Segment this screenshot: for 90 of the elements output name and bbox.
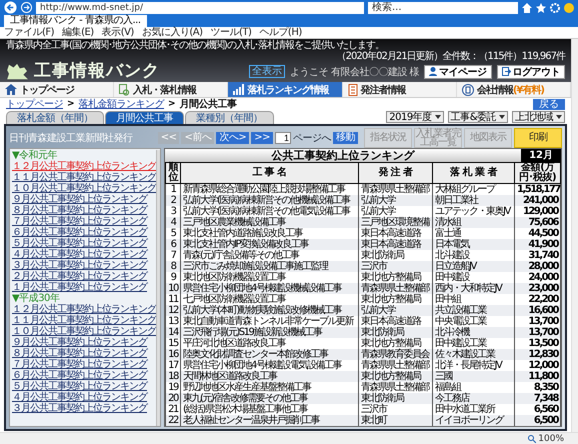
tab[interactable]: 落札金額（年間）: [6, 111, 104, 124]
column-header: 工 事 名: [180, 162, 358, 184]
status-badge: 全表示: [249, 65, 286, 78]
bar-chart-icon: [233, 84, 244, 95]
update-info: （2020年02月21日更新）全件数：（115件）119,967件: [336, 51, 565, 62]
pager-button[interactable]: >>: [251, 132, 273, 144]
ranking-link[interactable]: ８月公共工事契約上位ランキング: [12, 205, 156, 216]
logo-icon: [6, 62, 30, 80]
publisher-text: 日刊青森建設工業新聞社発行: [9, 132, 134, 144]
logout-icon: [502, 67, 510, 76]
ranking-link[interactable]: ４月公共工事契約上位ランキング: [12, 392, 156, 403]
menu-item[interactable]: 編集(E): [62, 27, 94, 38]
ranking-link[interactable]: ９月公共工事契約上位ランキング: [12, 337, 156, 348]
ranking-link[interactable]: １２月公共工事契約上位ランキング: [12, 304, 156, 315]
site-logo: 工事情報バンク: [34, 62, 160, 81]
dropdown[interactable]: 工事&委託: [448, 111, 508, 123]
breadcrumb-separator: >: [67, 99, 75, 109]
scrollbar[interactable]: [571, 39, 578, 432]
nav-tab[interactable]: トップページ: [0, 82, 114, 97]
caret-icon: [556, 115, 562, 119]
ranking-link[interactable]: ６月公共工事契約上位ランキング: [12, 370, 156, 381]
column-header: 発 注 者: [358, 162, 432, 184]
year-heading[interactable]: ▼令和元年: [12, 150, 156, 161]
page-field[interactable]: 1: [275, 132, 291, 144]
ranking-link[interactable]: ７月公共工事契約上位ランキング: [12, 359, 156, 370]
table-cell: 22: [166, 415, 180, 426]
ranking-link[interactable]: ５月公共工事契約上位ランキング: [12, 381, 156, 392]
caret-icon: [499, 115, 505, 119]
home-icon: [5, 84, 17, 95]
breadcrumb-separator: >: [168, 99, 176, 109]
header-button[interactable]: ログアウト: [496, 64, 565, 78]
back-icon[interactable]: [4, 1, 17, 14]
header-button[interactable]: マイページ: [424, 64, 492, 78]
zoom-icon[interactable]: [528, 434, 536, 442]
dropdown[interactable]: 2019年度: [386, 111, 444, 123]
home-icon[interactable]: [522, 2, 532, 12]
table-cell: イイヨボーリング: [432, 415, 514, 426]
table-cell: 老人福祉センター温泉井戸掘削工事: [180, 415, 358, 426]
ranking-link[interactable]: ３月公共工事契約上位ランキング: [12, 403, 156, 414]
table-cell: 東北町: [358, 415, 432, 426]
caret-icon: [434, 115, 441, 119]
ranking-link[interactable]: １月公共工事契約上位ランキング: [12, 282, 156, 293]
menu-item[interactable]: ファイル(F): [4, 27, 54, 38]
go-button[interactable]: 移動: [333, 132, 358, 144]
ranking-link[interactable]: １０月公共工事契約上位ランキング: [12, 326, 156, 337]
person-icon: [429, 67, 437, 76]
ranking-link[interactable]: ９月公共工事契約上位ランキング: [12, 194, 156, 205]
building-icon: [462, 84, 474, 96]
menu-item[interactable]: ツール(T): [210, 27, 252, 38]
pager-button[interactable]: 次へ>: [216, 132, 250, 144]
star-icon[interactable]: [536, 2, 546, 12]
search-field[interactable]: 検索...: [368, 2, 518, 14]
forward-icon[interactable]: [21, 2, 32, 13]
page-label: ページへ: [293, 132, 331, 144]
ranking-link[interactable]: ８月公共工事契約上位ランキング: [12, 348, 156, 359]
menu-item[interactable]: お気に入り(A): [142, 27, 202, 38]
ranking-link[interactable]: ７月公共工事契約上位ランキング: [12, 216, 156, 227]
settings-icon[interactable]: [550, 2, 560, 12]
menu-item[interactable]: 表示(V): [102, 27, 134, 38]
welcome-text: ようこそ 有限会社〇〇建設 様: [290, 66, 419, 78]
nav-tab[interactable]: 発注者情報: [342, 82, 457, 97]
current-page-title: 月間公共工事: [180, 98, 237, 110]
address-field[interactable]: http://www.md-snet.jp/: [36, 2, 364, 14]
ranking-link[interactable]: ３月公共工事契約上位ランキング: [12, 260, 156, 271]
month-label: 12月: [521, 149, 561, 162]
nav-tab[interactable]: 落札ランキング情報: [228, 82, 343, 97]
breadcrumb-link[interactable]: 落札金額ランキング: [78, 98, 164, 110]
tab[interactable]: 月間公共工事: [105, 111, 184, 124]
ranking-link[interactable]: ４月公共工事契約上位ランキング: [12, 249, 156, 260]
column-header: 落 札 業 者: [432, 162, 514, 184]
ranking-link[interactable]: ２月公共工事契約上位ランキング: [12, 271, 156, 282]
action-button[interactable]: 印刷: [514, 128, 562, 148]
notice-text: 青森県内全工事(国の機関･地方公共団体･その他の機関)の入札･落札情報をご提供いたします。: [6, 40, 385, 51]
browser-tab[interactable]: 工事情報バンク - 青森県の入...: [4, 15, 147, 27]
breadcrumb-link[interactable]: トップページ: [6, 98, 63, 110]
back-button[interactable]: 戻る: [533, 98, 565, 110]
year-heading[interactable]: ▼平成30年: [12, 293, 156, 304]
zoom-level[interactable]: 100%: [538, 434, 564, 444]
ranking-link[interactable]: １１月公共工事契約上位ランキング: [12, 172, 156, 183]
dropdown[interactable]: 上北地域: [512, 111, 565, 123]
ranking-link[interactable]: １２月公共工事契約上位ランキング: [12, 161, 156, 172]
ranking-link[interactable]: １１月公共工事契約上位ランキング: [12, 315, 156, 326]
ranking-link[interactable]: ５月公共工事契約上位ランキング: [12, 238, 156, 249]
tab[interactable]: 業種別（年間）: [185, 111, 274, 124]
table-cell: 6,500: [514, 415, 560, 426]
scrollbar[interactable]: [156, 150, 160, 426]
table-title: 公共工事契約上位ランキング: [270, 149, 416, 162]
menu-item[interactable]: ヘルプ(H): [259, 27, 302, 38]
ranking-link[interactable]: ６月公共工事契約上位ランキング: [12, 227, 156, 238]
ranking-link[interactable]: １０月公共工事契約上位ランキング: [12, 183, 156, 194]
